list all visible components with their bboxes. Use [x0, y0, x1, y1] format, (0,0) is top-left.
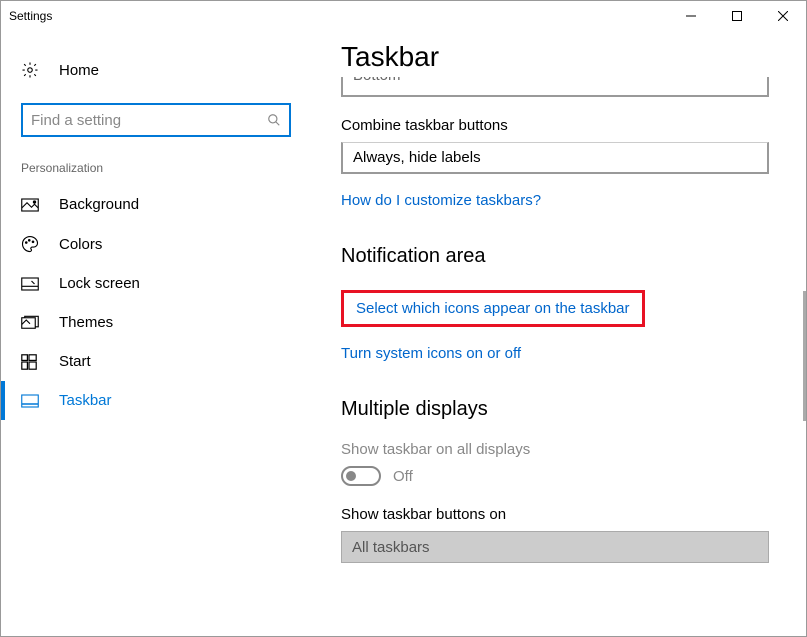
search-icon [267, 113, 281, 127]
home-label: Home [59, 62, 99, 79]
sidebar-item-label: Background [59, 196, 139, 213]
taskbar-icon [21, 394, 41, 408]
buttons-on-dropdown[interactable]: All taskbars [341, 531, 769, 563]
system-icons-link[interactable]: Turn system icons on or off [341, 345, 786, 362]
location-dropdown[interactable]: Bottom [341, 77, 769, 97]
category-label: Personalization [1, 161, 311, 185]
combine-label: Combine taskbar buttons [341, 117, 786, 134]
sidebar-item-label: Colors [59, 236, 102, 253]
dropdown-value: Always, hide labels [353, 149, 481, 166]
palette-icon [21, 235, 41, 253]
lock-screen-icon [21, 277, 41, 291]
titlebar: Settings [1, 1, 806, 31]
sidebar-item-start[interactable]: Start [1, 342, 311, 381]
close-button[interactable] [760, 1, 806, 31]
sidebar-item-colors[interactable]: Colors [1, 224, 311, 264]
buttons-on-label: Show taskbar buttons on [341, 506, 786, 523]
sidebar-item-label: Start [59, 353, 91, 370]
select-icons-link[interactable]: Select which icons appear on the taskbar [341, 290, 645, 327]
show-all-label: Show taskbar on all displays [341, 441, 786, 458]
notification-heading: Notification area [341, 245, 786, 268]
customize-link[interactable]: How do I customize taskbars? [341, 192, 786, 209]
main-panel: Taskbar Bottom Combine taskbar buttons A… [311, 31, 806, 636]
gear-icon [21, 61, 41, 79]
maximize-button[interactable] [714, 1, 760, 31]
dropdown-value: All taskbars [352, 539, 430, 556]
toggle-state-label: Off [393, 468, 413, 485]
scrollbar[interactable] [803, 291, 806, 421]
combine-dropdown[interactable]: Always, hide labels [341, 142, 769, 174]
page-title: Taskbar [341, 41, 786, 73]
sidebar-item-themes[interactable]: Themes [1, 303, 311, 342]
sidebar-item-background[interactable]: Background [1, 185, 311, 224]
dropdown-value: Bottom [353, 77, 401, 84]
themes-icon [21, 315, 41, 331]
window-title: Settings [9, 9, 52, 23]
start-icon [21, 354, 41, 370]
sidebar: Home Personalization Background Colors [1, 31, 311, 636]
sidebar-item-label: Themes [59, 314, 113, 331]
sidebar-item-taskbar[interactable]: Taskbar [1, 381, 311, 420]
sidebar-item-label: Lock screen [59, 275, 140, 292]
home-button[interactable]: Home [1, 51, 311, 89]
sidebar-item-lock-screen[interactable]: Lock screen [1, 264, 311, 303]
sidebar-item-label: Taskbar [59, 392, 112, 409]
multiple-displays-heading: Multiple displays [341, 398, 786, 421]
search-input[interactable] [21, 103, 291, 137]
show-all-toggle[interactable] [341, 466, 381, 486]
minimize-button[interactable] [668, 1, 714, 31]
image-icon [21, 198, 41, 212]
